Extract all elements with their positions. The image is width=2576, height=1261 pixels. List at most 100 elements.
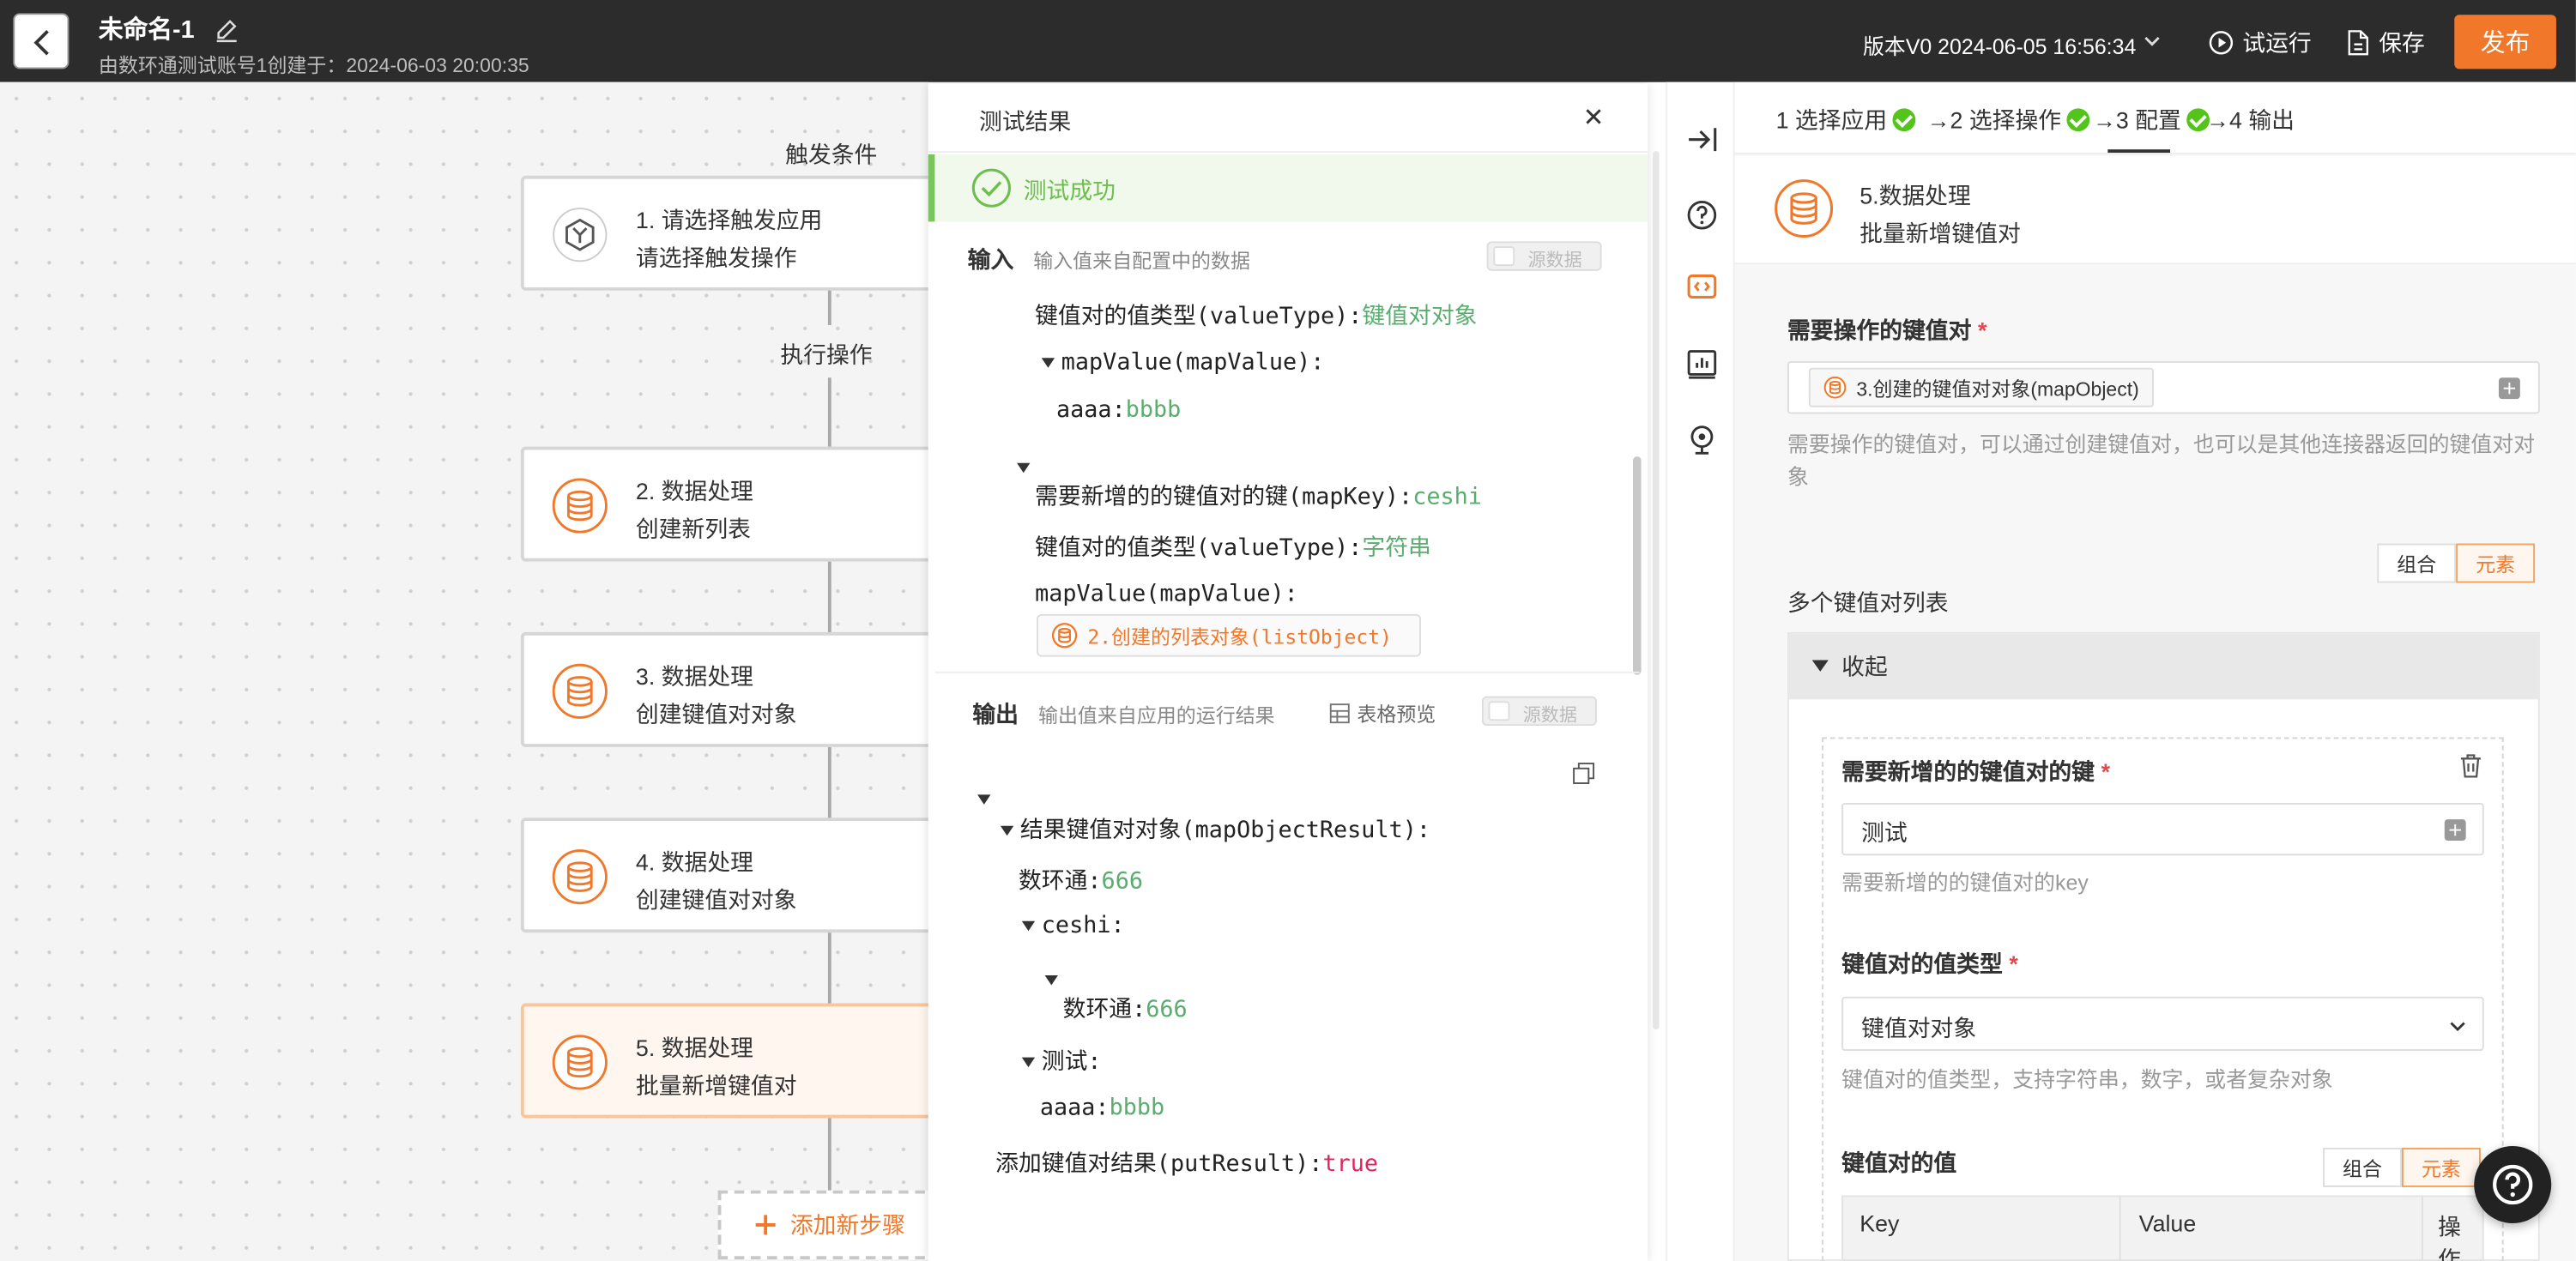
value-mode-toggle: 组合 元素 bbox=[2323, 1147, 2481, 1187]
save-button[interactable]: 保存 bbox=[2346, 27, 2425, 59]
database-icon bbox=[1051, 623, 1078, 649]
version-select[interactable]: 版本V0 2024-06-05 16:56:34 bbox=[1863, 29, 2136, 60]
caret-down-icon[interactable] bbox=[1000, 825, 1014, 836]
flow-node-trigger[interactable]: 1. 请选择触发应用 请选择触发操作 bbox=[520, 175, 948, 291]
flow-node-step-5[interactable]: 5. 数据处理 批量新增键值对 bbox=[520, 1003, 948, 1119]
hexagon-app-icon bbox=[553, 208, 608, 262]
mode-element-button[interactable]: 元素 bbox=[2456, 543, 2536, 583]
map-reference-chip[interactable]: 3.创建的键值对对象(mapObject) bbox=[1808, 367, 2154, 407]
caret-down-icon[interactable] bbox=[1017, 462, 1031, 473]
code-value: bbbb bbox=[1125, 397, 1182, 424]
check-icon bbox=[1891, 108, 1915, 132]
run-label: 试运行 bbox=[2242, 29, 2312, 57]
app-title: 未命名-1 bbox=[98, 16, 195, 45]
help-circle-icon[interactable] bbox=[1685, 199, 1718, 232]
caret-down-icon[interactable] bbox=[1044, 974, 1058, 986]
flow-node-step-4[interactable]: 4. 数据处理 创建键值对对象 bbox=[520, 818, 948, 933]
document-icon bbox=[2348, 30, 2368, 56]
code-value: 666 bbox=[1146, 996, 1188, 1023]
code-icon[interactable] bbox=[1685, 273, 1718, 302]
value-field-label: 键值对的值 bbox=[1841, 1149, 1957, 1176]
chevron-down-icon[interactable] bbox=[2143, 33, 2162, 49]
caret-down-icon[interactable] bbox=[1021, 920, 1036, 932]
mode-combo-button[interactable]: 组合 bbox=[2323, 1147, 2402, 1187]
database-icon bbox=[552, 849, 608, 905]
input-scrollbar[interactable] bbox=[1633, 456, 1642, 675]
trash-icon[interactable] bbox=[2459, 754, 2482, 779]
code-key: ceshi: bbox=[1041, 913, 1125, 939]
connector-line bbox=[827, 377, 831, 447]
node-subtitle: 请选择触发操作 bbox=[635, 244, 797, 271]
connector-line bbox=[827, 746, 831, 820]
insert-variable-icon[interactable] bbox=[2444, 819, 2466, 842]
column-header-value: Value bbox=[2138, 1210, 2197, 1237]
chevron-left-icon bbox=[33, 30, 49, 56]
collapse-toggle[interactable]: 收起 bbox=[1788, 633, 2538, 700]
type-select[interactable]: 键值对对象 bbox=[1841, 996, 2484, 1052]
step-tabs: 1 选择应用 →2 选择操作 →3 配置 →4 输出 bbox=[1734, 81, 2576, 154]
save-label: 保存 bbox=[2379, 29, 2425, 57]
tab-select-app[interactable]: 1 选择应用 bbox=[1776, 104, 1915, 136]
node-subtitle: 创建键值对对象 bbox=[635, 886, 797, 914]
caret-down-icon[interactable] bbox=[977, 793, 991, 805]
success-banner: 测试成功 bbox=[928, 154, 1648, 222]
success-text: 测试成功 bbox=[1023, 177, 1116, 204]
help-chat-button[interactable] bbox=[2474, 1146, 2552, 1224]
close-icon[interactable] bbox=[1582, 106, 1605, 129]
mode-element-button[interactable]: 元素 bbox=[2401, 1147, 2481, 1187]
node-subtitle: 批量新增键值对 bbox=[635, 1071, 797, 1099]
tab-select-action[interactable]: →2 选择操作 bbox=[1927, 104, 2089, 136]
column-header-key: Key bbox=[1859, 1210, 1900, 1237]
output-section-title: 输出 bbox=[972, 701, 1019, 727]
node-subtitle: 创建键值对对象 bbox=[635, 701, 797, 727]
flow-node-step-2[interactable]: 2. 数据处理 创建新列表 bbox=[520, 446, 948, 562]
tab-config[interactable]: →3 配置 bbox=[2093, 104, 2210, 136]
code-key: 添加键值对结果(putResult): bbox=[995, 1150, 1323, 1178]
mode-combo-button[interactable]: 组合 bbox=[2377, 543, 2457, 583]
insert-variable-icon[interactable] bbox=[2498, 377, 2520, 400]
node-title: 2. 数据处理 bbox=[635, 478, 753, 504]
database-icon bbox=[1775, 179, 1834, 238]
tool-strip bbox=[1666, 81, 1735, 1261]
collapse-right-icon[interactable] bbox=[1685, 124, 1718, 154]
back-button[interactable] bbox=[13, 13, 70, 69]
key-field-input[interactable]: 测试 bbox=[1841, 802, 2484, 856]
code-key: 结果键值对对象(mapObjectResult): bbox=[1019, 818, 1430, 844]
caret-down-icon[interactable] bbox=[1041, 358, 1055, 368]
connector-line bbox=[827, 288, 831, 325]
node-title: 3. 数据处理 bbox=[635, 663, 753, 690]
caret-down-icon[interactable] bbox=[1021, 1057, 1036, 1068]
database-icon bbox=[552, 478, 608, 534]
database-icon bbox=[552, 663, 608, 719]
connector-line bbox=[827, 932, 831, 1005]
table-preview-button[interactable]: 表格预览 bbox=[1329, 699, 1436, 727]
location-pin-icon[interactable] bbox=[1685, 424, 1718, 456]
run-button[interactable]: 试运行 bbox=[2208, 27, 2312, 59]
reference-chip[interactable]: 2.创建的列表对象(listObject) bbox=[1037, 613, 1422, 657]
tab-output[interactable]: →4 输出 bbox=[2206, 104, 2295, 136]
code-key: aaaa: bbox=[1056, 397, 1126, 424]
panel-title: 测试结果 bbox=[979, 108, 1072, 135]
output-section-hint: 输出值来自应用的运行结果 bbox=[1037, 704, 1275, 727]
panel-scrollbar[interactable] bbox=[1652, 151, 1660, 1030]
key-field-value: 测试 bbox=[1861, 819, 1908, 846]
code-value: true bbox=[1322, 1150, 1379, 1178]
code-value: bbbb bbox=[1109, 1095, 1165, 1122]
map-field-help: 需要操作的键值对，可以通过创建键值对，也可以是其他连接器返回的键值对对象 bbox=[1787, 431, 2536, 490]
flow-node-step-3[interactable]: 3. 数据处理 创建键值对对象 bbox=[520, 631, 948, 747]
map-field-input[interactable]: 3.创建的键值对对象(mapObject) bbox=[1787, 361, 2540, 414]
node-title: 1. 请选择触发应用 bbox=[635, 207, 823, 233]
trigger-label: 触发条件 bbox=[785, 141, 878, 168]
copy-icon[interactable] bbox=[1572, 762, 1595, 785]
input-raw-toggle[interactable]: 源数据 bbox=[1486, 241, 1602, 271]
list-label: 多个键值对列表 bbox=[1787, 589, 1949, 616]
edit-icon[interactable] bbox=[214, 16, 240, 43]
key-field-label: 需要新增的的键值对的键 * bbox=[1841, 758, 2111, 785]
code-key: 数环通: bbox=[1018, 868, 1102, 896]
output-raw-toggle[interactable]: 源数据 bbox=[1481, 696, 1597, 727]
table-icon bbox=[1329, 703, 1350, 724]
add-step-button[interactable]: 添加新步骤 bbox=[717, 1190, 942, 1260]
publish-button[interactable]: 发布 bbox=[2454, 15, 2556, 69]
chart-icon[interactable] bbox=[1685, 348, 1718, 381]
reference-chip-label: 2.创建的列表对象(listObject) bbox=[1087, 624, 1392, 649]
